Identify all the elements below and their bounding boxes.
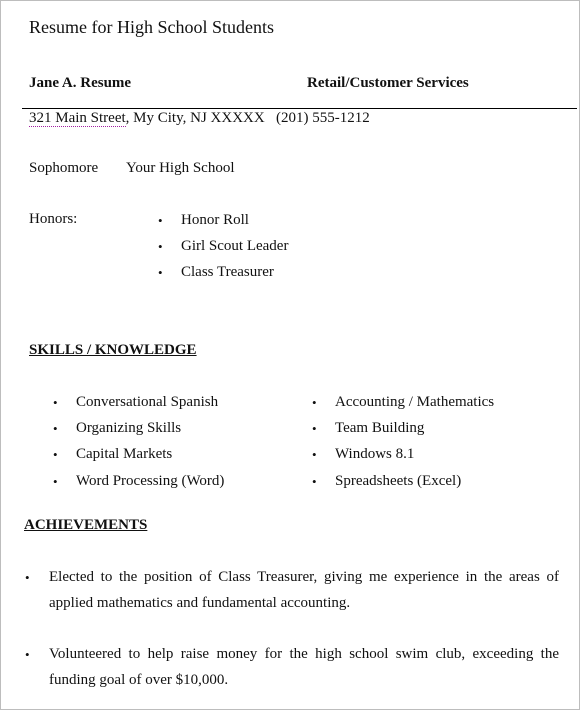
- bullet-icon: •: [158, 265, 163, 280]
- bullet-icon: •: [312, 474, 317, 489]
- bullet-icon: •: [312, 447, 317, 462]
- applicant-name: Jane A. Resume: [29, 75, 132, 91]
- bullet-icon: •: [53, 474, 58, 489]
- city-state-zip: , My City, NJ XXXXX: [125, 110, 265, 126]
- honors-label: Honors:: [29, 211, 78, 227]
- achievement-item: Volunteered to help raise money for the …: [49, 646, 559, 688]
- honors-item: Class Treasurer: [181, 264, 274, 280]
- skill-item: Capital Markets: [76, 446, 173, 462]
- achievements-heading: ACHIEVEMENTS: [24, 517, 148, 533]
- document-title: Resume for High School Students: [29, 17, 274, 37]
- bullet-icon: •: [53, 395, 58, 410]
- bullet-icon: •: [53, 421, 58, 436]
- bullet-icon: •: [25, 647, 30, 662]
- skills-heading: SKILLS / KNOWLEDGE: [29, 342, 197, 358]
- street-address: 321 Main Street: [29, 110, 126, 127]
- phone-number: (201) 555-1212: [275, 110, 370, 126]
- bullet-icon: •: [158, 213, 163, 228]
- skill-item: Windows 8.1: [335, 446, 415, 462]
- honors-item: Honor Roll: [181, 212, 249, 228]
- bullet-icon: •: [25, 570, 30, 585]
- skill-item: Word Processing (Word): [76, 473, 225, 489]
- bullet-icon: •: [312, 421, 317, 436]
- achievement-item: Elected to the position of Class Treasur…: [49, 569, 559, 611]
- skill-item: Team Building: [335, 420, 425, 436]
- school-name: Your High School: [126, 160, 235, 176]
- skill-item: Organizing Skills: [76, 420, 182, 436]
- header-divider: [22, 108, 577, 109]
- bullet-icon: •: [312, 395, 317, 410]
- skill-item: Accounting / Mathematics: [335, 394, 495, 410]
- bullet-icon: •: [53, 447, 58, 462]
- skill-item: Spreadsheets (Excel): [335, 473, 462, 489]
- target-role: Retail/Customer Services: [307, 75, 469, 91]
- honors-item: Girl Scout Leader: [181, 238, 289, 254]
- contact-line: 321 Main Street, My City, NJ XXXXX (201)…: [29, 110, 370, 127]
- resume-page: Resume for High School Students Jane A. …: [0, 0, 580, 710]
- bullet-icon: •: [158, 239, 163, 254]
- skill-item: Conversational Spanish: [76, 394, 219, 410]
- grade-level: Sophomore: [29, 160, 99, 176]
